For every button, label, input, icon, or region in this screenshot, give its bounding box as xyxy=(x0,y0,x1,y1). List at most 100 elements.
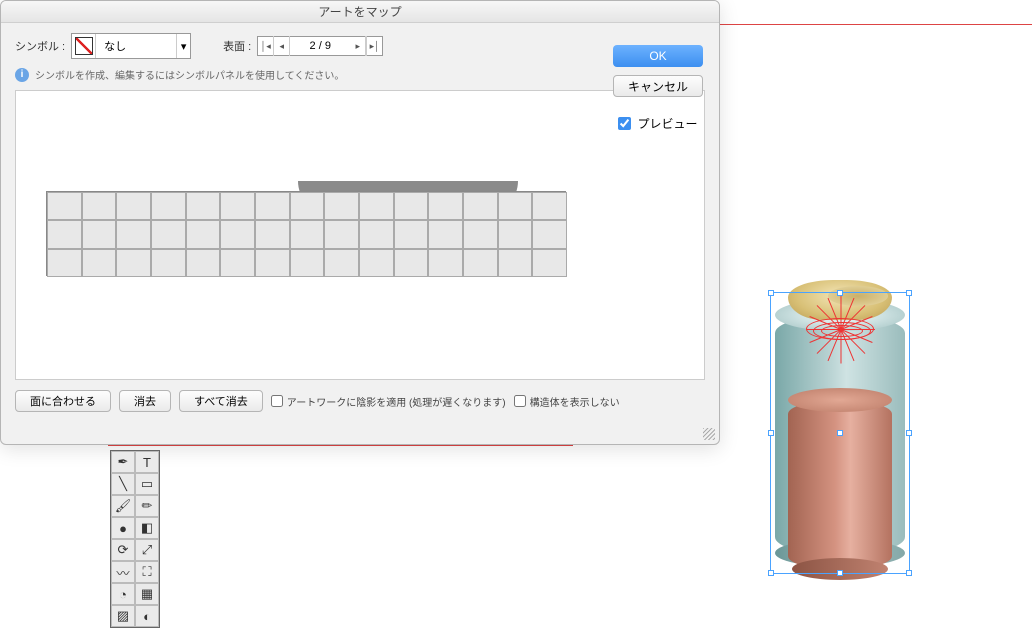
eraser-tool[interactable]: ◧ xyxy=(135,517,159,539)
wire-cell xyxy=(82,192,117,220)
wire-cell xyxy=(116,192,151,220)
line-tool[interactable]: ╲ xyxy=(111,473,135,495)
info-icon: i xyxy=(15,68,29,82)
handle-mr[interactable] xyxy=(906,430,912,436)
next-surface-button[interactable]: ▸ xyxy=(350,36,366,56)
wire-cell xyxy=(255,249,290,277)
free-transform-tool[interactable]: ⛶ xyxy=(135,561,159,583)
wire-cell xyxy=(82,220,117,248)
pencil-tool[interactable]: ✏ xyxy=(135,495,159,517)
gradient-tool[interactable]: ◐ xyxy=(135,605,159,627)
handle-tr[interactable] xyxy=(906,290,912,296)
wire-cell xyxy=(324,220,359,248)
prev-surface-button[interactable]: ◂ xyxy=(274,36,290,56)
wire-cell xyxy=(359,192,394,220)
wire-cell xyxy=(394,220,429,248)
preview-checkbox[interactable]: プレビュー xyxy=(618,115,697,132)
wire-cell xyxy=(359,249,394,277)
tool-palette: ✒T╲▭🖌✏●◧⟳⤢〰⛶◔▦▨◐ xyxy=(110,450,160,628)
wire-cell xyxy=(186,192,221,220)
handle-tc[interactable] xyxy=(837,290,843,296)
shade-checkbox[interactable]: アートワークに陰影を適用 (処理が遅くなります) xyxy=(271,394,506,409)
selection-bounding-box xyxy=(770,292,910,574)
wire-cell xyxy=(463,192,498,220)
wire-cell xyxy=(151,192,186,220)
symbol-dropdown[interactable]: なし ▾ xyxy=(71,33,191,59)
wire-cell xyxy=(220,220,255,248)
guide-line-top xyxy=(720,24,1032,25)
wire-cell xyxy=(428,220,463,248)
perspective-tool[interactable]: ▦ xyxy=(135,583,159,605)
info-text: シンボルを作成、編集するにはシンボルパネルを使用してください。 xyxy=(35,67,344,82)
clear-all-button[interactable]: すべて消去 xyxy=(179,390,263,412)
surface-stepper: │◂ ◂ ▸ ▸│ xyxy=(257,36,383,56)
wire-cell xyxy=(324,192,359,220)
symbol-label: シンボル : xyxy=(15,38,65,54)
last-surface-button[interactable]: ▸│ xyxy=(366,36,382,56)
handle-bc[interactable] xyxy=(837,570,843,576)
rotate-tool[interactable]: ⟳ xyxy=(111,539,135,561)
surface-input[interactable] xyxy=(290,37,350,55)
surface-wireframe xyxy=(46,191,566,276)
pen-tool[interactable]: ✒ xyxy=(111,451,135,473)
wire-cell xyxy=(290,220,325,248)
wire-cell xyxy=(428,192,463,220)
shape-builder-tool[interactable]: ◔ xyxy=(111,583,135,605)
type-tool[interactable]: T xyxy=(135,451,159,473)
wire-cell xyxy=(532,220,567,248)
wire-cell xyxy=(151,220,186,248)
none-symbol-icon xyxy=(72,34,96,58)
ok-button[interactable]: OK xyxy=(613,45,703,67)
symbol-value: なし xyxy=(96,38,176,54)
wire-cell xyxy=(498,220,533,248)
wire-cell xyxy=(186,249,221,277)
wire-cell xyxy=(186,220,221,248)
wire-cell xyxy=(463,249,498,277)
wire-cell xyxy=(47,192,82,220)
wire-cell xyxy=(394,192,429,220)
handle-br[interactable] xyxy=(906,570,912,576)
rectangle-tool[interactable]: ▭ xyxy=(135,473,159,495)
wire-cell xyxy=(463,220,498,248)
wire-cell xyxy=(394,249,429,277)
blob-tool[interactable]: ● xyxy=(111,517,135,539)
wire-cell xyxy=(47,249,82,277)
guide-line-left xyxy=(108,445,573,446)
brush-tool[interactable]: 🖌 xyxy=(111,495,135,517)
width-tool[interactable]: 〰 xyxy=(111,561,135,583)
wire-cell xyxy=(290,192,325,220)
wire-cell xyxy=(532,249,567,277)
first-surface-button[interactable]: │◂ xyxy=(258,36,274,56)
wire-cell xyxy=(151,249,186,277)
artwork-3d-object[interactable] xyxy=(770,280,910,580)
wire-cell xyxy=(324,249,359,277)
wire-cell xyxy=(116,220,151,248)
handle-center[interactable] xyxy=(837,430,843,436)
handle-tl[interactable] xyxy=(768,290,774,296)
map-preview-area[interactable] xyxy=(15,90,705,380)
wire-cell xyxy=(428,249,463,277)
wire-cell xyxy=(532,192,567,220)
surface-label: 表面 : xyxy=(223,38,251,54)
cancel-button[interactable]: キャンセル xyxy=(613,75,703,97)
resize-grip[interactable] xyxy=(703,428,715,440)
handle-bl[interactable] xyxy=(768,570,774,576)
fit-button[interactable]: 面に合わせる xyxy=(15,390,111,412)
wire-cell xyxy=(498,249,533,277)
wire-cell xyxy=(359,220,394,248)
clear-button[interactable]: 消去 xyxy=(119,390,171,412)
wire-cell xyxy=(255,220,290,248)
map-art-dialog: アートをマップ シンボル : なし ▾ 表面 : │◂ ◂ ▸ ▸│ i シンボ… xyxy=(0,0,720,445)
wire-cell xyxy=(498,192,533,220)
wire-cell xyxy=(220,249,255,277)
mesh-tool[interactable]: ▨ xyxy=(111,605,135,627)
wire-cell xyxy=(116,249,151,277)
wire-cell xyxy=(47,220,82,248)
dialog-title: アートをマップ xyxy=(1,1,719,23)
wire-cell xyxy=(255,192,290,220)
wire-cell xyxy=(290,249,325,277)
scale-tool[interactable]: ⤢ xyxy=(135,539,159,561)
structure-checkbox[interactable]: 構造体を表示しない xyxy=(514,394,620,409)
handle-ml[interactable] xyxy=(768,430,774,436)
chevron-down-icon: ▾ xyxy=(176,34,190,58)
